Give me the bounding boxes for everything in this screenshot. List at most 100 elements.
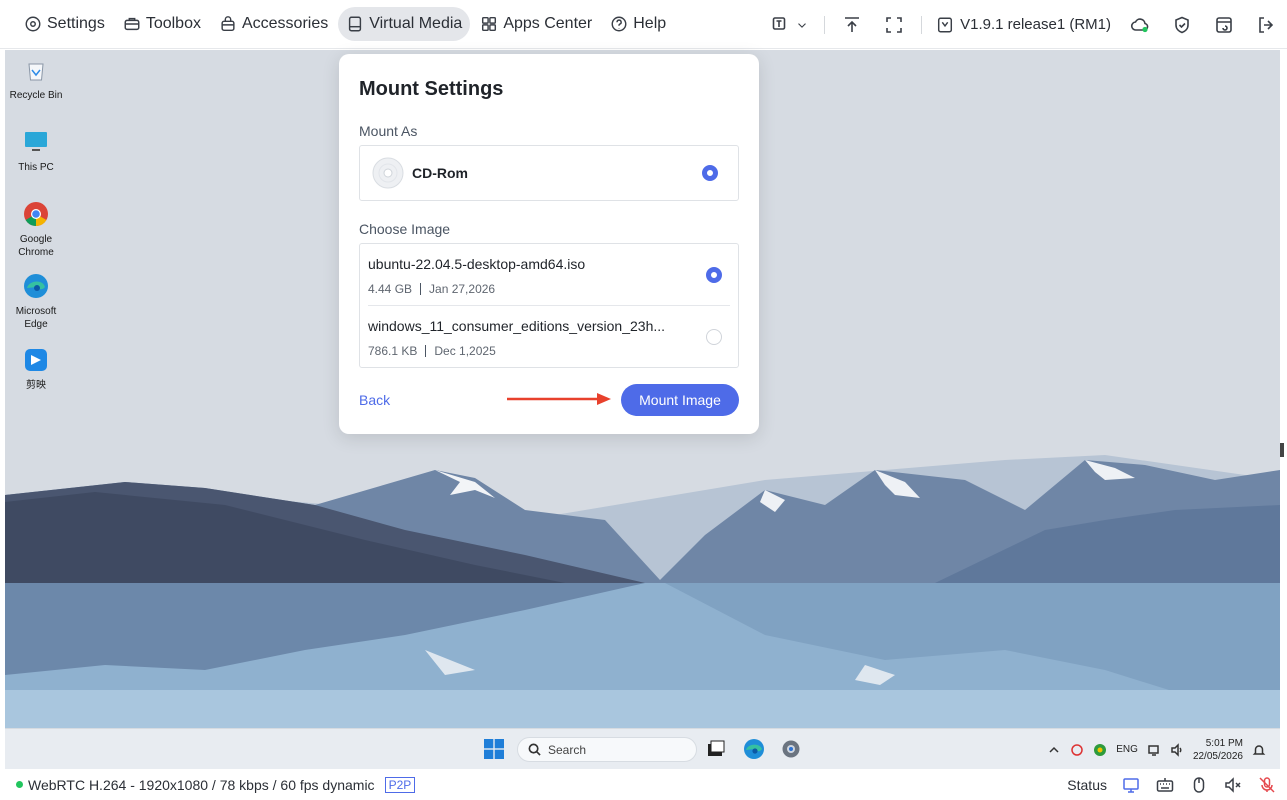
image-date: Jan 27,2026 xyxy=(429,282,496,296)
clock-date: 22/05/2026 xyxy=(1192,750,1243,762)
meta-divider xyxy=(420,283,422,295)
image-date: Dec 1,2025 xyxy=(434,344,496,358)
speaker-muted-icon[interactable] xyxy=(1223,775,1243,795)
image-meta: 786.1 KB Dec 1,2025 xyxy=(368,344,496,358)
image-radio[interactable] xyxy=(706,329,722,345)
window-switch-icon xyxy=(1216,16,1232,33)
clock-time: 5:01 PM xyxy=(1205,737,1243,749)
version-indicator[interactable]: V1.9.1 release1 (RM1) xyxy=(928,16,1119,34)
nav-toolbox[interactable]: Toolbox xyxy=(115,7,209,41)
desktop-icon-microsoft-edge[interactable]: Microsoft Edge xyxy=(6,272,66,331)
image-size: 4.44 GB xyxy=(368,282,413,296)
help-icon xyxy=(611,16,627,32)
taskbar-search-box[interactable]: Search xyxy=(517,737,697,762)
edge-icon xyxy=(24,274,48,298)
fullscreen-icon xyxy=(886,16,902,33)
keyboard-icon[interactable] xyxy=(1155,775,1175,795)
fullscreen-button[interactable] xyxy=(873,0,915,49)
chevron-down-icon xyxy=(798,22,806,28)
connection-details: WebRTC H.264 - 1920x1080 / 78 kbps / 60 … xyxy=(28,776,375,793)
logout-icon xyxy=(1259,16,1274,33)
shield-icon xyxy=(1175,16,1189,33)
desktop-icon-label: 剪映 xyxy=(26,380,46,391)
mount-option-cd-rom[interactable]: CD-Rom xyxy=(359,145,739,201)
image-row[interactable]: windows_11_consumer_editions_version_23h… xyxy=(368,306,730,368)
volume-icon[interactable] xyxy=(1170,742,1184,757)
p2p-badge: P2P xyxy=(384,776,416,793)
nav-help[interactable]: Help xyxy=(602,7,674,41)
mouse-icon[interactable] xyxy=(1189,775,1209,795)
desktop-icon-label: Microsoft Edge xyxy=(15,306,57,330)
security-button[interactable] xyxy=(1161,0,1203,49)
windows-start-icon[interactable] xyxy=(484,739,504,759)
cloud-status-button[interactable] xyxy=(1119,0,1161,49)
image-name: windows_11_consumer_editions_version_23h… xyxy=(368,318,666,334)
desktop-icon-label: Google Chrome xyxy=(18,234,54,258)
chrome-icon xyxy=(24,202,48,226)
network-icon[interactable] xyxy=(1147,743,1161,757)
settings-taskbar-icon[interactable] xyxy=(780,738,802,760)
text-input-icon xyxy=(772,16,786,30)
taskbar-search-placeholder: Search xyxy=(548,742,587,757)
taskbar-clock[interactable]: 5:01 PM 22/05/2026 xyxy=(1193,737,1243,763)
desktop-icon-label: Recycle Bin xyxy=(9,90,63,101)
nav-virtual-media-label: Virtual Media xyxy=(369,15,463,32)
edge-taskbar-icon[interactable] xyxy=(743,738,765,760)
status-label[interactable]: Status xyxy=(1067,777,1107,793)
upload-icon xyxy=(845,16,860,32)
toolbar-divider xyxy=(824,15,826,34)
status-controls: Status xyxy=(1067,769,1277,800)
language-indicator[interactable]: ENG xyxy=(1116,744,1138,755)
jianying-app-icon xyxy=(25,349,47,371)
image-list: ubuntu-22.04.5-desktop-amd64.iso 4.44 GB… xyxy=(359,243,739,368)
switch-window-button[interactable] xyxy=(1203,0,1245,49)
connection-info: WebRTC H.264 - 1920x1080 / 78 kbps / 60 … xyxy=(0,776,416,793)
nav-apps-center[interactable]: Apps Center xyxy=(472,7,600,41)
desktop-icon-google-chrome[interactable]: Google Chrome xyxy=(6,200,66,259)
notification-bell-icon[interactable] xyxy=(1252,743,1266,757)
task-view-icon[interactable] xyxy=(705,738,727,760)
desktop-icon-jianying[interactable]: 剪映 xyxy=(6,346,66,392)
logout-button[interactable] xyxy=(1245,0,1287,49)
image-size: 786.1 KB xyxy=(368,344,418,358)
windows-taskbar: Search ENG 5:01 PM 22/05/2026 xyxy=(5,728,1280,769)
computer-icon xyxy=(25,132,47,151)
drive-icon xyxy=(349,16,362,32)
image-row[interactable]: ubuntu-22.04.5-desktop-amd64.iso 4.44 GB… xyxy=(368,244,730,306)
image-name: ubuntu-22.04.5-desktop-amd64.iso xyxy=(368,256,586,272)
nav-accessories-label: Accessories xyxy=(241,15,329,32)
microphone-muted-icon[interactable] xyxy=(1257,775,1277,795)
app-tray-icon[interactable] xyxy=(1093,743,1107,757)
desktop-icon-label: This PC xyxy=(18,162,54,173)
choose-image-label: Choose Image xyxy=(359,221,451,237)
nav-apps-center-label: Apps Center xyxy=(503,15,593,32)
mount-option-radio[interactable] xyxy=(702,165,718,181)
nav-accessories[interactable]: Accessories xyxy=(211,7,336,41)
mount-as-label: Mount As xyxy=(359,123,418,139)
mount-settings-dialog: Mount Settings Mount As CD-Rom Choose Im… xyxy=(339,54,759,434)
image-radio-selected[interactable] xyxy=(706,267,722,283)
desktop-icon-this-pc[interactable]: This PC xyxy=(6,128,66,174)
top-toolbar: Settings Toolbox Accessories Virtual Med… xyxy=(0,0,1287,49)
version-label: V1.9.1 release1 (RM1) xyxy=(960,16,1111,33)
nav-virtual-media[interactable]: Virtual Media xyxy=(338,7,471,41)
bag-icon xyxy=(221,16,235,32)
sync-tray-icon[interactable] xyxy=(1070,743,1084,757)
toolbox-icon xyxy=(124,17,140,31)
panel-resize-handle[interactable] xyxy=(1280,443,1284,457)
mount-image-button[interactable]: Mount Image xyxy=(621,384,739,416)
cloud-icon xyxy=(1130,17,1149,32)
back-button[interactable]: Back xyxy=(359,392,390,408)
dialog-title: Mount Settings xyxy=(359,78,504,100)
monitor-icon[interactable] xyxy=(1121,775,1141,795)
desktop-icon-recycle-bin[interactable]: Recycle Bin xyxy=(6,56,66,102)
connection-dot-icon xyxy=(16,781,23,788)
toolbar-divider xyxy=(921,15,923,34)
nav-help-label: Help xyxy=(633,15,667,32)
chevron-up-icon[interactable] xyxy=(1047,743,1061,757)
nav-settings[interactable]: Settings xyxy=(16,7,113,41)
cd-rom-icon xyxy=(372,157,404,189)
gear-icon xyxy=(25,16,41,32)
upload-button[interactable] xyxy=(831,0,873,49)
input-method-dropdown[interactable] xyxy=(762,0,818,49)
